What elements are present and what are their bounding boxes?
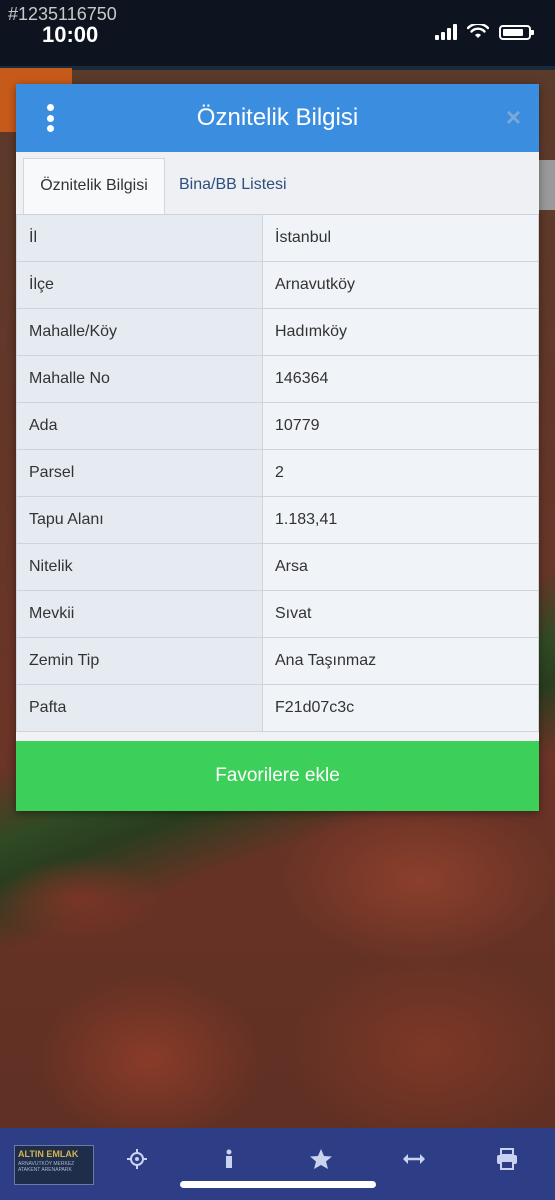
table-row: İl İstanbul [16,214,539,262]
table-row: Zemin Tip Ana Taşınmaz [16,637,539,685]
row-key: Mahalle/Köy [16,308,263,356]
row-value: Hadımköy [262,308,539,356]
row-value: 1.183,41 [262,496,539,544]
watermark-id: #1235116750 [8,4,117,24]
map-overlay-edge [539,160,555,210]
row-key: Parsel [16,449,263,497]
table-row: Nitelik Arsa [16,543,539,591]
table-row: Mevkii Sıvat [16,590,539,638]
tab-bar: Öznitelik Bilgisi Bina/BB Listesi [16,152,539,215]
tab-building-list[interactable]: Bina/BB Listesi [179,158,287,213]
info-icon[interactable] [209,1148,249,1176]
table-row: Pafta F21d07c3c [16,684,539,732]
row-key: İlçe [16,261,263,309]
row-key: Mevkii [16,590,263,638]
status-icons [435,24,534,40]
row-value: 146364 [262,355,539,403]
star-icon[interactable] [301,1148,341,1176]
measure-icon[interactable] [394,1148,434,1176]
print-icon[interactable] [487,1148,527,1176]
row-key: Zemin Tip [16,637,263,685]
row-value: 10779 [262,402,539,450]
signal-icon [435,24,457,40]
agency-logo: ALTIN EMLAK ARNAVUTKÖY MERKEZ ATAKENT AR… [14,1145,94,1185]
dialog-title: Öznitelik Bilgisi [196,104,359,131]
home-indicator[interactable] [180,1181,376,1188]
table-row: Tapu Alanı 1.183,41 [16,496,539,544]
row-key: Tapu Alanı [16,496,263,544]
bottom-toolbar: ALTIN EMLAK ARNAVUTKÖY MERKEZ ATAKENT AR… [0,1128,555,1200]
table-row: Mahalle/Köy Hadımköy [16,308,539,356]
row-key: Mahalle No [16,355,263,403]
row-value: Arnavutköy [262,261,539,309]
row-value: Sıvat [262,590,539,638]
add-to-favorites-button[interactable]: Favorilere ekle [16,741,539,811]
table-row: İlçe Arnavutköy [16,261,539,309]
status-time: 10:00 [42,22,99,47]
row-key: İl [16,214,263,262]
row-value: İstanbul [262,214,539,262]
battery-icon [499,24,534,40]
logo-subtext: ARNAVUTKÖY MERKEZ ATAKENT ARENAPARK [18,1161,75,1173]
table-row: Parsel 2 [16,449,539,497]
table-row: Mahalle No 146364 [16,355,539,403]
attribute-table: İl İstanbul İlçe Arnavutköy Mahalle/Köy Had… [16,214,539,732]
row-value: Arsa [262,543,539,591]
attribute-dialog: Öznitelik Bilgisi × Öznitelik Bilgisi Bi… [16,84,539,811]
logo-text: ALTIN EMLAK [18,1149,79,1159]
row-key: Nitelik [16,543,263,591]
row-value: Ana Taşınmaz [262,637,539,685]
close-icon[interactable]: × [506,102,521,133]
dialog-header: Öznitelik Bilgisi × [16,84,539,152]
table-row: Ada 10779 [16,402,539,450]
locate-icon[interactable] [117,1148,157,1176]
row-value: F21d07c3c [262,684,539,732]
row-value: 2 [262,449,539,497]
wifi-icon [467,24,489,38]
tab-attribute-info[interactable]: Öznitelik Bilgisi [23,158,165,214]
row-key: Pafta [16,684,263,732]
row-key: Ada [16,402,263,450]
